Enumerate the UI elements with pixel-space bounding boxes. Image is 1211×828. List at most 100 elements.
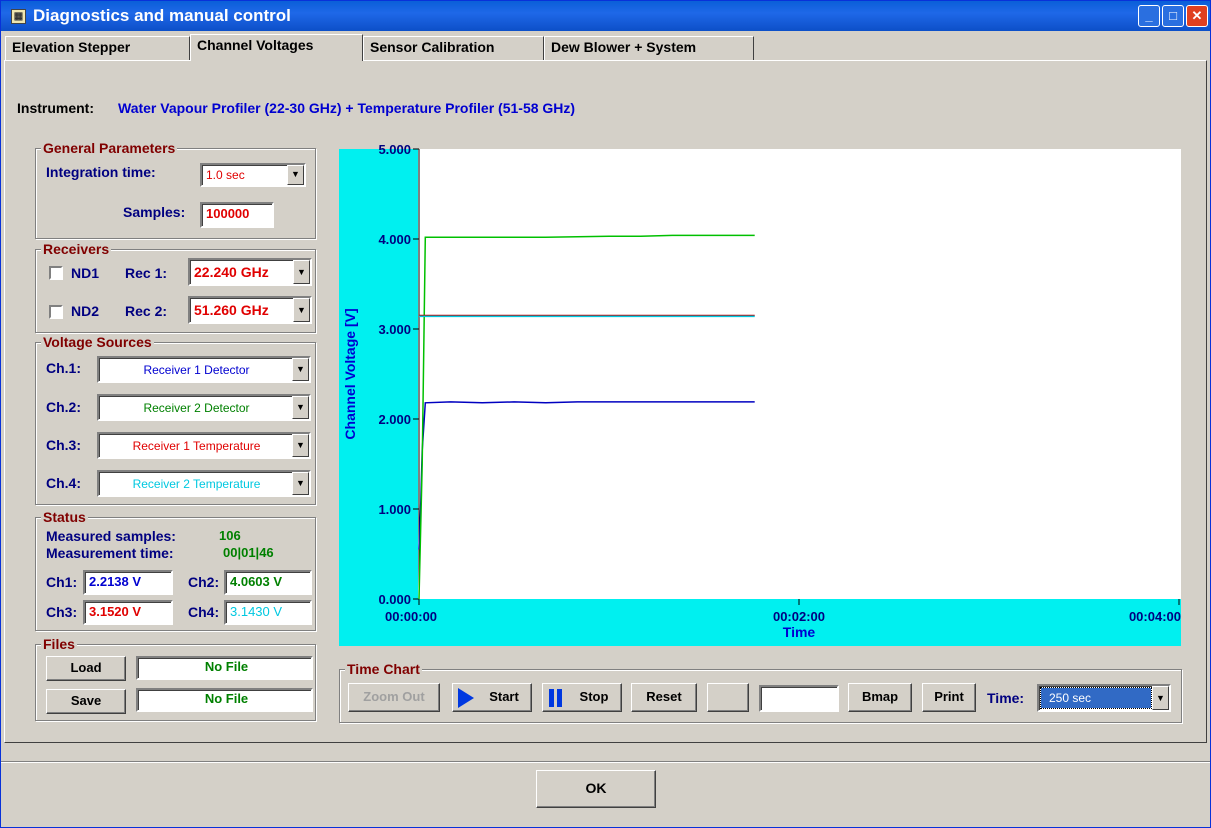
- rec2-frequency-value: 51.260 GHz: [194, 302, 269, 318]
- y-axis-label: Channel Voltage [V]: [342, 308, 358, 439]
- ch1-reading-value: 2.2138 V: [83, 570, 173, 595]
- y-tick-label: 5.000: [378, 142, 411, 157]
- time-range-select[interactable]: 250 sec ▼: [1037, 684, 1171, 712]
- instrument-value: Water Vapour Profiler (22-30 GHz) + Temp…: [118, 100, 576, 116]
- samples-input[interactable]: 100000: [200, 202, 274, 228]
- x-axis-label: Time: [783, 624, 816, 640]
- rec2-frequency-select[interactable]: 51.260 GHz ▼: [188, 296, 312, 324]
- general-parameters-title: General Parameters: [41, 140, 178, 156]
- y-tick-label: 4.000: [378, 232, 411, 247]
- ch1-label: Ch.1:: [46, 360, 81, 376]
- ch2-label: Ch.2:: [46, 399, 81, 415]
- samples-label: Samples:: [123, 204, 186, 220]
- ch4-source-select[interactable]: Receiver 2 Temperature ▼: [97, 470, 311, 497]
- y-tick-label: 2.000: [378, 412, 411, 427]
- status-title: Status: [41, 509, 88, 525]
- integration-time-value: 1.0 sec: [206, 168, 245, 182]
- minimize-icon[interactable]: _: [1138, 5, 1160, 27]
- chevron-down-icon[interactable]: ▼: [292, 358, 309, 381]
- print-button[interactable]: Print: [922, 683, 976, 712]
- ch2-reading-label: Ch2:: [188, 574, 220, 590]
- time-range-label: Time:: [987, 690, 1025, 706]
- stop-button[interactable]: Stop: [542, 683, 622, 712]
- load-button[interactable]: Load: [46, 656, 126, 681]
- instrument-label: Instrument:: [17, 100, 94, 116]
- y-tick-label: 0.000: [378, 592, 411, 607]
- measurement-time-label: Measurement time:: [46, 545, 174, 561]
- y-tick-label: 3.000: [378, 322, 411, 337]
- tab-dew-blower-system[interactable]: Dew Blower + System: [544, 36, 754, 60]
- rec1-label: Rec 1:: [125, 265, 168, 281]
- files-title: Files: [41, 636, 77, 652]
- x-tick-label: 00:04:00: [1129, 609, 1181, 624]
- measured-samples-label: Measured samples:: [46, 528, 176, 544]
- x-tick-label: 00:00:00: [385, 609, 437, 624]
- nd2-checkbox[interactable]: [49, 305, 63, 319]
- ch4-label: Ch.4:: [46, 475, 81, 491]
- tab-sensor-calibration[interactable]: Sensor Calibration: [363, 36, 544, 60]
- chevron-down-icon[interactable]: ▼: [293, 298, 310, 322]
- play-icon: [458, 688, 474, 708]
- chart-svg: 0.000 1.000 2.000 3.000 4.000 5.000 00:00:00 00…: [342, 142, 1181, 640]
- ch3-source-select[interactable]: Receiver 1 Temperature ▼: [97, 432, 311, 459]
- ch3-reading-label: Ch3:: [46, 604, 78, 620]
- ch2-source-select[interactable]: Receiver 2 Detector ▼: [97, 394, 311, 421]
- stop-label: Stop: [579, 689, 609, 704]
- nd1-label: ND1: [71, 265, 100, 281]
- voltage-sources-title: Voltage Sources: [41, 334, 154, 350]
- chevron-down-icon[interactable]: ▼: [292, 396, 309, 419]
- ok-button[interactable]: OK: [536, 770, 656, 808]
- ch2-reading-value: 4.0603 V: [224, 570, 312, 595]
- save-button[interactable]: Save: [46, 689, 126, 714]
- tab-channel-voltages[interactable]: Channel Voltages: [190, 34, 363, 61]
- series-line-1: [418, 401, 755, 550]
- start-button[interactable]: Start: [452, 683, 532, 712]
- app-icon: ▦: [11, 9, 26, 24]
- close-icon[interactable]: ✕: [1186, 5, 1208, 27]
- ch1-reading-label: Ch1:: [46, 574, 78, 590]
- nd1-checkbox[interactable]: [49, 266, 63, 280]
- ch4-reading-label: Ch4:: [188, 604, 220, 620]
- rec1-frequency-value: 22.240 GHz: [194, 264, 269, 280]
- x-tick-label: 00:02:00: [773, 609, 825, 624]
- ch1-source-select[interactable]: Receiver 1 Detector ▼: [97, 356, 311, 383]
- ch3-reading-value: 3.1520 V: [83, 600, 173, 625]
- start-label: Start: [489, 689, 519, 704]
- chevron-down-icon[interactable]: ▼: [1152, 686, 1169, 710]
- chevron-down-icon[interactable]: ▼: [287, 165, 304, 185]
- reset-button[interactable]: Reset: [631, 683, 697, 712]
- chart-value-input[interactable]: [759, 685, 839, 712]
- ch1-source-value: Receiver 1 Detector: [143, 363, 250, 377]
- measurement-time-value: 00|01|46: [223, 545, 274, 560]
- y-tick-label: 1.000: [378, 502, 411, 517]
- rec2-label: Rec 2:: [125, 303, 168, 319]
- bmap-button[interactable]: Bmap: [848, 683, 912, 712]
- ch2-source-value: Receiver 2 Detector: [143, 401, 250, 415]
- ch4-reading-value: 3.1430 V: [224, 600, 312, 625]
- nd2-label: ND2: [71, 303, 100, 319]
- series-line-2: [418, 234, 755, 600]
- receivers-title: Receivers: [41, 241, 112, 257]
- ch4-source-value: Receiver 2 Temperature: [132, 477, 261, 491]
- load-file-name: No File: [136, 656, 313, 680]
- chevron-down-icon[interactable]: ▼: [292, 472, 309, 495]
- measured-samples-value: 106: [219, 528, 241, 543]
- title-bar[interactable]: ▦ Diagnostics and manual control _ □ ✕: [1, 1, 1210, 31]
- dialog-window: ▦ Diagnostics and manual control _ □ ✕ E…: [0, 0, 1211, 828]
- blank-button[interactable]: [707, 683, 749, 712]
- maximize-icon[interactable]: □: [1162, 5, 1184, 27]
- save-file-name: No File: [136, 688, 313, 712]
- bottom-separator: [1, 761, 1210, 763]
- rec1-frequency-select[interactable]: 22.240 GHz ▼: [188, 258, 312, 286]
- ch3-label: Ch.3:: [46, 437, 81, 453]
- chevron-down-icon[interactable]: ▼: [293, 260, 310, 284]
- pause-icon: [549, 689, 554, 707]
- time-chart-title: Time Chart: [345, 661, 422, 677]
- voltage-chart: 0.000 1.000 2.000 3.000 4.000 5.000 00:00:00 00…: [339, 142, 1181, 646]
- time-range-value: 250 sec: [1040, 687, 1152, 709]
- chevron-down-icon[interactable]: ▼: [292, 434, 309, 457]
- ch3-source-value: Receiver 1 Temperature: [132, 439, 261, 453]
- zoom-out-button[interactable]: Zoom Out: [348, 683, 440, 712]
- integration-time-select[interactable]: 1.0 sec ▼: [200, 163, 306, 187]
- tab-elevation-stepper[interactable]: Elevation Stepper: [5, 36, 190, 60]
